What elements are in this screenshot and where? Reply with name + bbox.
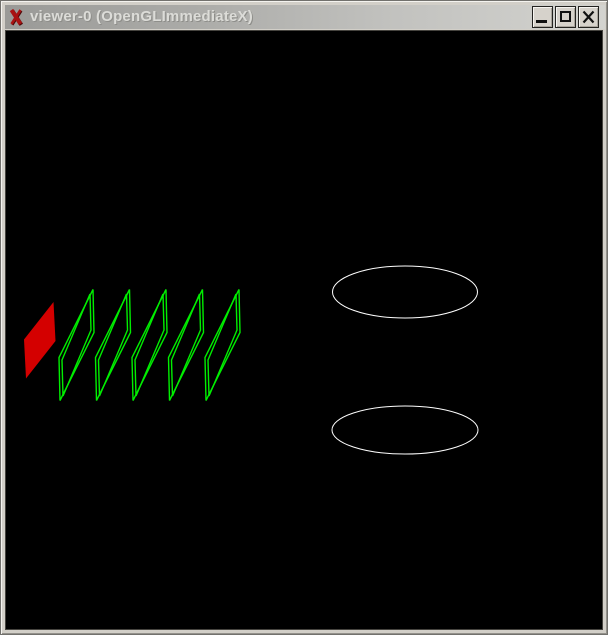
close-button[interactable] <box>578 6 599 28</box>
red-blade <box>24 302 56 379</box>
scene <box>6 31 602 629</box>
ellipse-2 <box>332 406 478 454</box>
green-blade-5 <box>205 290 240 401</box>
opengl-viewport[interactable] <box>5 30 603 630</box>
green-blade-2-inner <box>99 294 128 396</box>
minimize-button[interactable] <box>532 6 553 28</box>
ellipse-1 <box>333 266 478 318</box>
close-icon <box>582 10 595 24</box>
maximize-button[interactable] <box>555 6 576 28</box>
minimize-icon <box>536 20 547 23</box>
green-blade-3 <box>132 290 167 401</box>
viewer-window: viewer-0 (OpenGLImmediateX) <box>0 0 608 635</box>
green-blade-3-inner <box>135 294 164 396</box>
x11-logo-icon[interactable] <box>9 8 23 26</box>
titlebar[interactable]: viewer-0 (OpenGLImmediateX) <box>5 5 605 29</box>
green-blade-4-inner <box>172 294 201 396</box>
green-blade-4 <box>169 290 204 401</box>
green-blade-1-inner <box>62 294 91 396</box>
green-blade-1 <box>59 290 94 401</box>
window-title: viewer-0 (OpenGLImmediateX) <box>30 5 253 29</box>
green-blade-2 <box>96 290 131 401</box>
green-blade-5-inner <box>208 294 237 396</box>
maximize-icon <box>560 11 571 22</box>
